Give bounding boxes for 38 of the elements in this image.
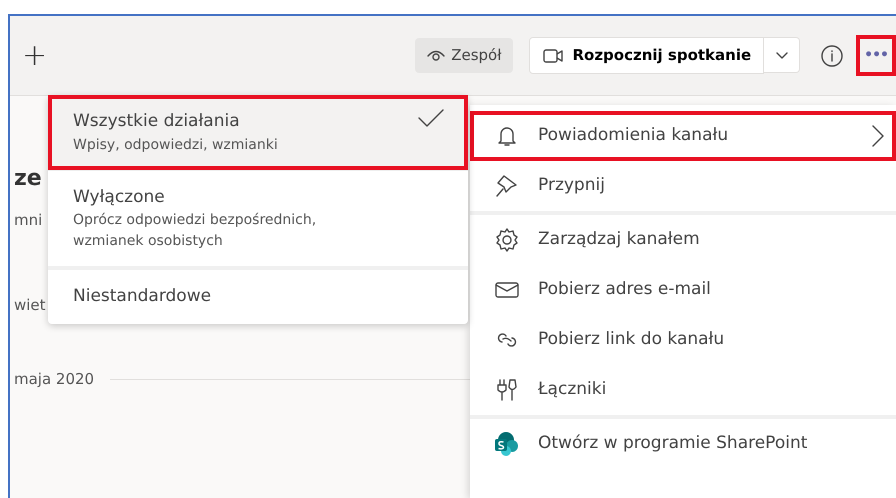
notification-option[interactable]: Wyłączone Oprócz odpowiedzi bezpośrednich, wzmianek osobistych (48, 170, 468, 266)
page-title: ze (14, 165, 42, 193)
menu-item[interactable]: Pobierz adres e-mail (470, 265, 896, 315)
checkmark-icon (418, 109, 444, 127)
menu-label: Przypnij (538, 174, 606, 198)
option-label: Niestandardowe (73, 285, 212, 308)
option-description: Oprócz odpowiedzi bezpośrednich, wzmianek osobistych (73, 211, 318, 251)
eye-icon (427, 48, 446, 62)
video-camera-icon (542, 46, 564, 64)
gear-icon (494, 227, 520, 253)
start-meeting-button[interactable]: Rozpocznij spotkanie (529, 37, 764, 74)
option-label: Wszystkie działania (73, 110, 241, 133)
menu-label: Łączniki (538, 378, 608, 402)
menu-label: Zarządzaj kanałem (538, 228, 701, 252)
caret-icon (776, 52, 788, 60)
add-button[interactable]: + (22, 40, 48, 70)
date-label: maja 2020 (14, 369, 94, 390)
text-line: mni (14, 210, 42, 231)
menu-label: Powiadomienia kanału (538, 124, 730, 148)
menu-label: Pobierz link do kanału (538, 328, 726, 352)
menu-label: Otwórz w programie SharePoint (538, 432, 808, 456)
team-button[interactable]: Zespół (415, 38, 514, 73)
notification-option[interactable]: Wszystkie działania Wpisy, odpowiedzi, wzmianki (48, 95, 468, 170)
sharepoint-logo-icon (494, 431, 520, 457)
menu-item[interactable]: Pobierz link do kanału (470, 315, 896, 365)
menu-label: Pobierz adres e-mail (538, 278, 712, 302)
menu-item[interactable]: Przypnij (470, 161, 896, 211)
text-line: wiet (14, 294, 46, 316)
menu-item[interactable]: Otwórz w programie SharePoint (470, 419, 896, 469)
menu-item[interactable]: Zarządzaj kanałem (470, 215, 896, 265)
menu-item[interactable]: Łączniki (470, 365, 896, 415)
more-options-button[interactable]: ••• (856, 35, 896, 76)
info-icon (820, 44, 844, 68)
option-description: Wpisy, odpowiedzi, wzmianki (73, 136, 279, 154)
menu-item[interactable]: Powiadomienia kanału (470, 111, 896, 161)
chevron-right-icon (872, 125, 884, 147)
notification-option[interactable]: Niestandardowe (48, 270, 468, 324)
option-label: Wyłączone (73, 186, 166, 208)
